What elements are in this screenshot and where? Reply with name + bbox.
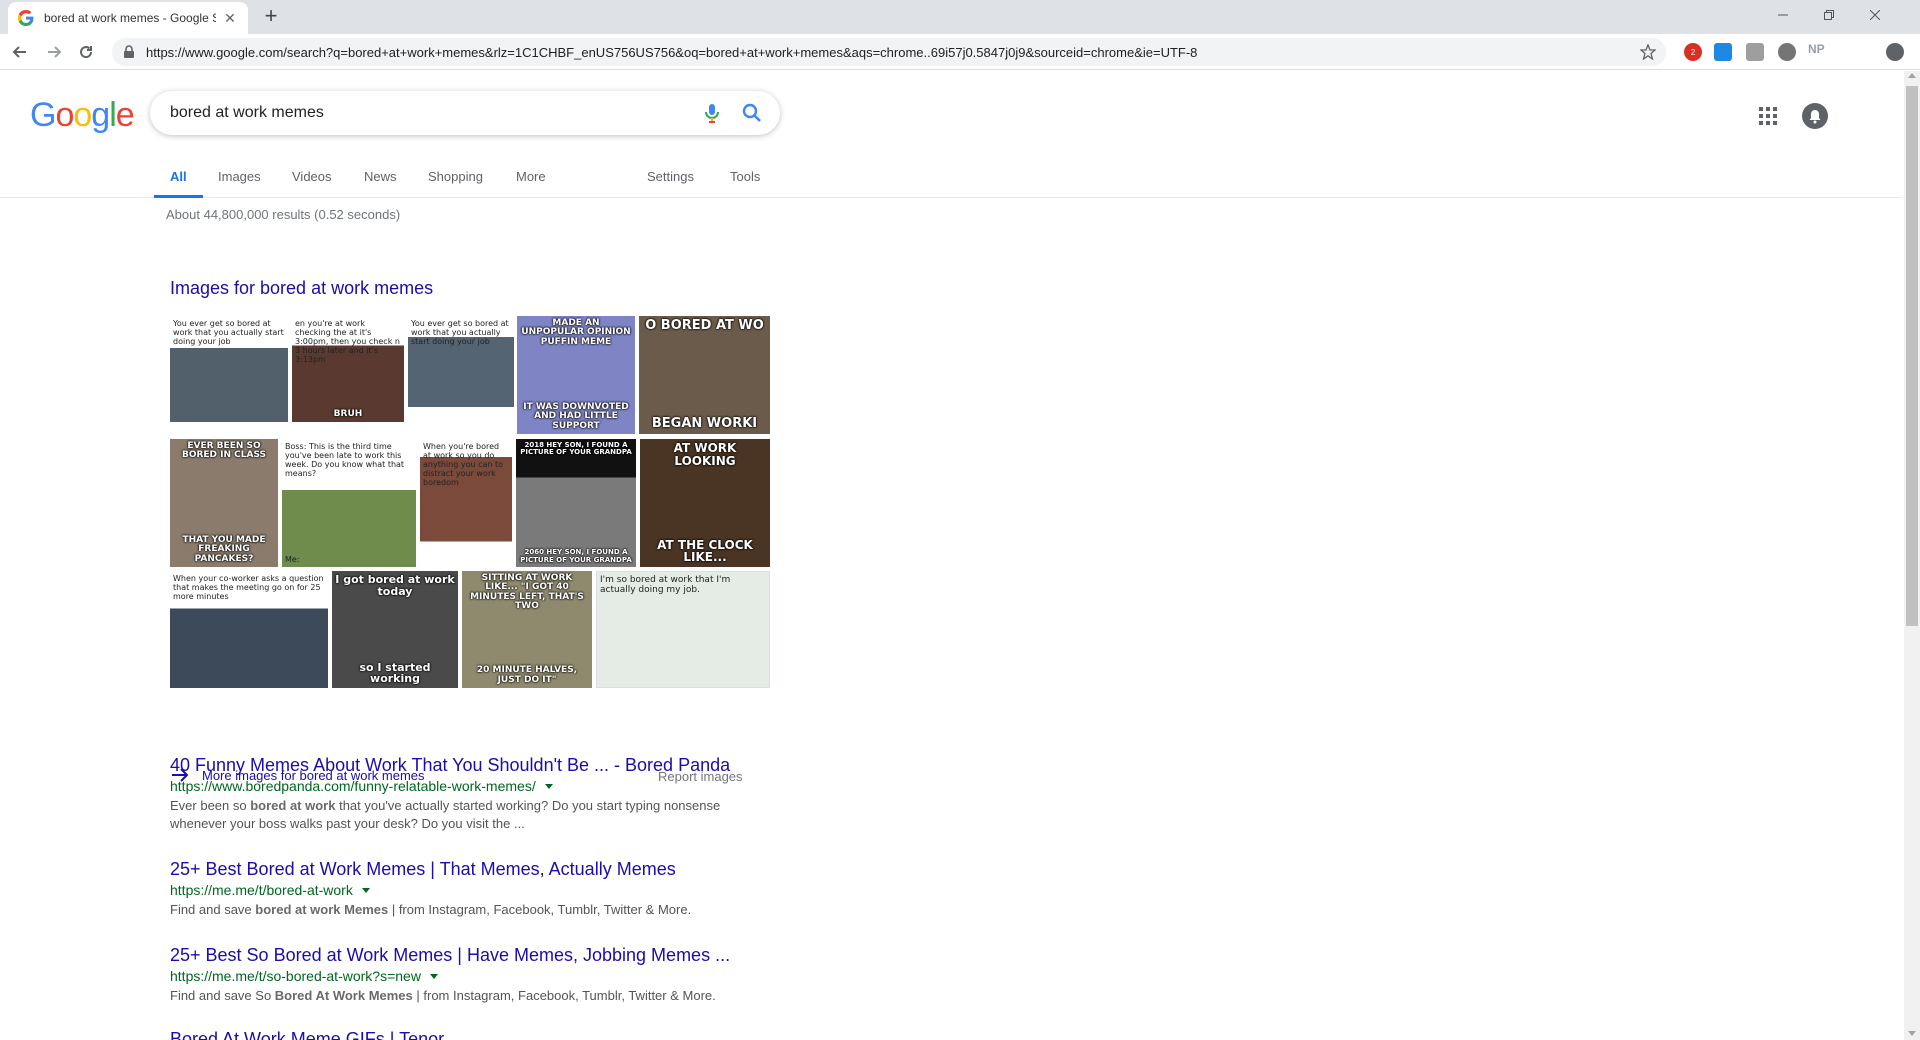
image-thumb[interactable]: When you're bored at work so you do anyt… xyxy=(420,439,512,567)
search-result: Bored At Work Meme GIFs | Tenor xyxy=(170,1029,770,1040)
image-thumb[interactable]: EVER BEEN SO BORED IN CLASS THAT YOU MADE… xyxy=(170,439,278,567)
tab-shopping[interactable]: Shopping xyxy=(428,156,483,198)
search-result: 40 Funny Memes About Work That You Shoul… xyxy=(170,755,770,833)
scrollbar-thumb[interactable] xyxy=(1906,86,1918,626)
bookmark-star-icon[interactable] xyxy=(1640,44,1656,60)
image-thumb[interactable]: AT WORK LOOKING AT THE CLOCK LIKE... xyxy=(640,439,770,567)
calendar-icon[interactable] xyxy=(1714,43,1732,61)
np-extension-icon[interactable]: NP xyxy=(1808,42,1825,56)
caret-down-icon[interactable] xyxy=(429,973,438,979)
reload-button[interactable] xyxy=(74,40,98,64)
image-thumb[interactable]: I got bored at work today so I started wo… xyxy=(332,571,458,688)
image-thumb[interactable]: 2018 HEY SON, I FOUND A PICTURE OF YOUR … xyxy=(516,439,636,567)
tab-videos[interactable]: Videos xyxy=(292,156,332,198)
result-url: https://me.me/t/bored-at-work xyxy=(170,882,770,898)
adblock-icon[interactable]: 2 xyxy=(1684,43,1702,61)
close-window-button[interactable] xyxy=(1852,0,1898,30)
search-input[interactable]: bored at work memes xyxy=(170,104,700,122)
caret-down-icon[interactable] xyxy=(544,783,553,789)
tab-all[interactable]: All xyxy=(154,156,203,198)
result-title[interactable]: 25+ Best Bored at Work Memes | That Meme… xyxy=(170,859,770,880)
back-button[interactable] xyxy=(8,40,32,64)
google-results-page: Google bored at work memes All Images Vi… xyxy=(0,71,1902,1040)
reload-icon xyxy=(80,46,93,59)
result-title[interactable]: Bored At Work Meme GIFs | Tenor xyxy=(170,1029,770,1040)
grey-extension-icon[interactable] xyxy=(1746,43,1764,61)
minimize-icon xyxy=(1778,14,1788,16)
result-stats: About 44,800,000 results (0.52 seconds) xyxy=(166,207,401,222)
browser-tab-strip: bored at work memes - Google Search ✕ + xyxy=(0,0,1920,34)
tab-news[interactable]: News xyxy=(364,156,397,198)
image-thumb[interactable]: O BORED AT WO BEGAN WORKI xyxy=(639,316,770,434)
image-thumb[interactable]: MADE AN UNPOPULAR OPINION PUFFIN MEME IT … xyxy=(517,316,635,434)
google-logo[interactable]: Google xyxy=(30,96,135,135)
microphone-icon[interactable] xyxy=(700,101,724,125)
address-bar[interactable]: https://www.google.com/search?q=bored+at… xyxy=(112,38,1666,66)
tab-images[interactable]: Images xyxy=(218,156,261,198)
adblock-badge: 2 xyxy=(1690,47,1696,57)
result-snippet: Find and save bored at work Memes | from… xyxy=(170,902,692,917)
page-scrollbar[interactable] xyxy=(1904,71,1920,1040)
globe-icon[interactable] xyxy=(1778,43,1796,61)
close-tab-icon[interactable]: ✕ xyxy=(222,10,238,26)
result-url: https://www.boredpanda.com/funny-relatab… xyxy=(170,778,770,794)
restore-window-button[interactable] xyxy=(1806,0,1852,30)
close-window-icon xyxy=(1870,10,1880,20)
image-thumb[interactable]: You ever get so bored at work that you a… xyxy=(170,316,288,422)
tab-tools[interactable]: Tools xyxy=(730,156,760,198)
search-box[interactable]: bored at work memes xyxy=(150,91,780,135)
browser-toolbar: https://www.google.com/search?q=bored+at… xyxy=(0,34,1920,70)
caret-down-icon[interactable] xyxy=(361,887,370,893)
new-tab-button[interactable]: + xyxy=(260,5,282,28)
result-snippet: Find and save So Bored At Work Memes | f… xyxy=(170,988,716,1003)
search-icon[interactable] xyxy=(740,101,764,125)
google-favicon-icon xyxy=(18,10,34,26)
image-thumb[interactable]: SITTING AT WORK LIKE... "I GOT 40 MINUTE… xyxy=(462,571,592,688)
search-result: 25+ Best So Bored at Work Memes | Have M… xyxy=(170,945,770,1005)
forward-arrow-icon xyxy=(48,46,62,58)
tab-more[interactable]: More xyxy=(516,156,546,198)
url-text: https://www.google.com/search?q=bored+at… xyxy=(146,44,1198,60)
result-title[interactable]: 40 Funny Memes About Work That You Shoul… xyxy=(170,755,770,776)
tab-title: bored at work memes - Google Search xyxy=(44,11,216,25)
bell-icon xyxy=(1809,110,1821,124)
google-apps-icon[interactable] xyxy=(1756,104,1780,128)
image-thumb[interactable]: You ever get so bored at work that you a… xyxy=(408,316,514,422)
result-snippet: Ever been so bored at work that you've a… xyxy=(170,798,721,831)
image-thumb[interactable]: When your co-worker asks a question that… xyxy=(170,571,328,688)
image-thumb[interactable]: I'm so bored at work that I'm actually d… xyxy=(596,571,770,688)
back-arrow-icon xyxy=(12,46,26,58)
minimize-window-button[interactable] xyxy=(1760,0,1806,30)
image-thumb[interactable]: Boss: This is the third time you've been… xyxy=(282,439,416,567)
scroll-up-arrow-icon[interactable] xyxy=(1908,73,1916,78)
images-heading[interactable]: Images for bored at work memes xyxy=(170,278,433,299)
result-url: https://me.me/t/so-bored-at-work?s=new xyxy=(170,968,770,984)
forward-button[interactable] xyxy=(42,40,66,64)
result-title[interactable]: 25+ Best So Bored at Work Memes | Have M… xyxy=(170,945,770,966)
search-result: 25+ Best Bored at Work Memes | That Meme… xyxy=(170,859,770,919)
lock-icon xyxy=(124,45,134,58)
search-tabs: All Images Videos News Shopping More Set… xyxy=(0,156,1902,198)
scroll-down-arrow-icon[interactable] xyxy=(1908,1031,1916,1036)
profile-icon[interactable] xyxy=(1886,43,1904,61)
restore-icon xyxy=(1824,10,1834,20)
browser-tab[interactable]: bored at work memes - Google Search ✕ xyxy=(8,2,248,34)
tab-settings[interactable]: Settings xyxy=(647,156,694,198)
image-thumb[interactable]: en you're at work checking the at it's 3… xyxy=(292,316,404,422)
notifications-bell-icon[interactable] xyxy=(1802,103,1828,129)
